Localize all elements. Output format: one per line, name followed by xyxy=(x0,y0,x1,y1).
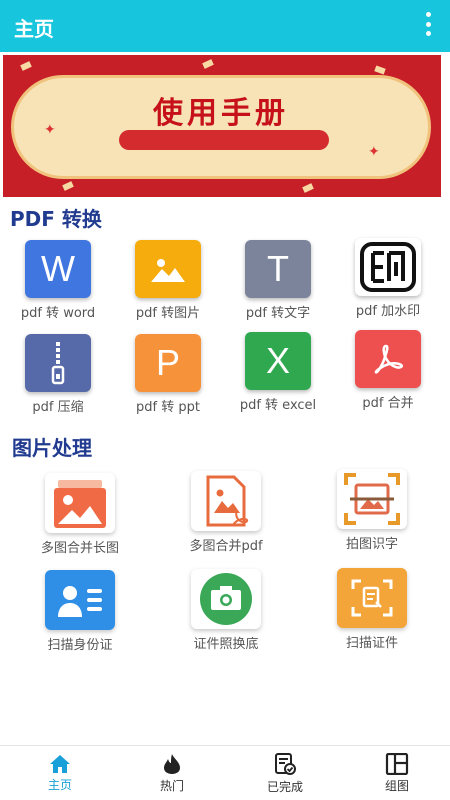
pdf-to-excel-tile[interactable]: X pdf 转 excel xyxy=(228,332,328,413)
tab-completed[interactable]: 已完成 xyxy=(229,746,341,800)
bottom-navigation: 主页 热门 已完成 组图 xyxy=(0,745,450,800)
scan-document-tile[interactable]: 扫描证件 xyxy=(307,568,437,651)
tile-label: 多图合并pdf xyxy=(189,539,263,554)
completed-doc-icon xyxy=(275,753,296,775)
text-glyph: T xyxy=(267,248,289,289)
tile-label: pdf 压缩 xyxy=(32,400,84,415)
app-bar: 主页 xyxy=(0,0,450,52)
tile-label: 证件照换底 xyxy=(193,637,259,652)
acrobat-logo-icon xyxy=(374,344,403,374)
zipper-icon xyxy=(51,342,65,385)
word-icon: W xyxy=(25,240,91,298)
pdf-to-image-tile[interactable]: pdf 转图片 xyxy=(118,240,218,321)
image-pdf-icon xyxy=(191,471,261,531)
tile-label: pdf 转 excel xyxy=(239,398,317,413)
excel-glyph: X xyxy=(265,340,290,381)
id-photo-background-tile[interactable]: 证件照换底 xyxy=(161,569,291,652)
stacked-photos-icon xyxy=(54,480,106,528)
more-dot-3 xyxy=(425,31,431,36)
id-photo-icon xyxy=(191,569,261,629)
user-manual-banner[interactable]: 使用手册 ✦ ✦ xyxy=(3,55,441,197)
tile-label: pdf 转 ppt xyxy=(136,400,200,415)
page-title: 主页 xyxy=(14,17,54,41)
confetti-decoration xyxy=(302,183,314,193)
photo-ocr-tile[interactable]: 拍图识字 xyxy=(307,469,437,552)
tile-label: pdf 合并 xyxy=(362,396,414,411)
tile-label: 扫描证件 xyxy=(345,636,398,651)
tile-label: pdf 转图片 xyxy=(135,306,201,321)
tile-label: 拍图识字 xyxy=(345,537,398,552)
mountain-image-icon xyxy=(151,259,185,282)
ocr-icon xyxy=(337,469,407,529)
excel-icon: X xyxy=(245,332,311,390)
merge-images-pdf-tile[interactable]: 多图合并pdf xyxy=(161,471,291,554)
banner-pill xyxy=(119,130,329,150)
tab-collage[interactable]: 组图 xyxy=(341,746,450,800)
tab-label: 热门 xyxy=(159,779,184,793)
tile-label: pdf 转文字 xyxy=(245,306,311,321)
zip-icon xyxy=(25,334,91,392)
pdf-to-ppt-tile[interactable]: P pdf 转 ppt xyxy=(118,334,218,415)
tile-label: 多图合并长图 xyxy=(40,541,119,556)
scan-id-card-tile[interactable]: 扫描身份证 xyxy=(15,570,145,653)
person-card-icon xyxy=(58,586,102,617)
sparkle-icon: ✦ xyxy=(44,122,56,138)
scan-image-icon xyxy=(344,473,400,525)
banner-panel: 使用手册 ✦ ✦ xyxy=(11,75,431,179)
acrobat-icon xyxy=(355,330,421,388)
merge-long-image-tile[interactable]: 多图合并长图 xyxy=(15,473,145,556)
word-glyph: W xyxy=(41,248,75,289)
ppt-glyph: P xyxy=(155,342,180,383)
id-card-icon xyxy=(45,570,115,630)
text-icon: T xyxy=(245,240,311,298)
scan-frame-icon xyxy=(351,579,393,617)
confetti-decoration xyxy=(20,61,32,71)
confetti-decoration xyxy=(62,181,74,191)
confetti-decoration xyxy=(374,65,386,75)
pdf-compress-tile[interactable]: pdf 压缩 xyxy=(8,334,108,415)
home-icon xyxy=(50,755,70,773)
watermark-icon xyxy=(355,238,421,296)
banner-title: 使用手册 xyxy=(153,96,289,131)
long-image-icon xyxy=(45,473,115,533)
more-dot-2 xyxy=(425,21,431,27)
pdf-to-word-tile[interactable]: W pdf 转 word xyxy=(8,240,108,321)
pdf-to-text-tile[interactable]: T pdf 转文字 xyxy=(228,240,328,321)
ppt-icon: P xyxy=(135,334,201,392)
tile-label: pdf 加水印 xyxy=(355,304,421,319)
pdf-section-title: PDF 转换 xyxy=(10,207,102,231)
tile-label: 扫描身份证 xyxy=(47,638,113,653)
tab-label: 主页 xyxy=(47,778,72,792)
tab-hot[interactable]: 热门 xyxy=(116,746,228,800)
pdf-merge-tile[interactable]: pdf 合并 xyxy=(338,330,438,411)
image-section-title: 图片处理 xyxy=(12,436,92,460)
pdf-watermark-tile[interactable]: pdf 加水印 xyxy=(338,238,438,319)
camera-icon xyxy=(200,573,252,625)
confetti-decoration xyxy=(202,59,214,69)
image-document-icon xyxy=(206,475,249,527)
more-dots-icon xyxy=(425,12,431,17)
tab-label: 已完成 xyxy=(266,780,303,794)
flame-icon xyxy=(164,754,180,774)
tab-home[interactable]: 主页 xyxy=(4,746,116,800)
collage-grid-icon xyxy=(385,753,409,775)
seal-icon xyxy=(360,242,416,292)
sparkle-icon: ✦ xyxy=(368,144,380,160)
scan-doc-icon xyxy=(337,568,407,628)
tab-label: 组图 xyxy=(384,779,409,793)
more-menu-button[interactable] xyxy=(420,12,436,36)
tile-label: pdf 转 word xyxy=(20,306,96,321)
image-icon xyxy=(135,240,201,298)
